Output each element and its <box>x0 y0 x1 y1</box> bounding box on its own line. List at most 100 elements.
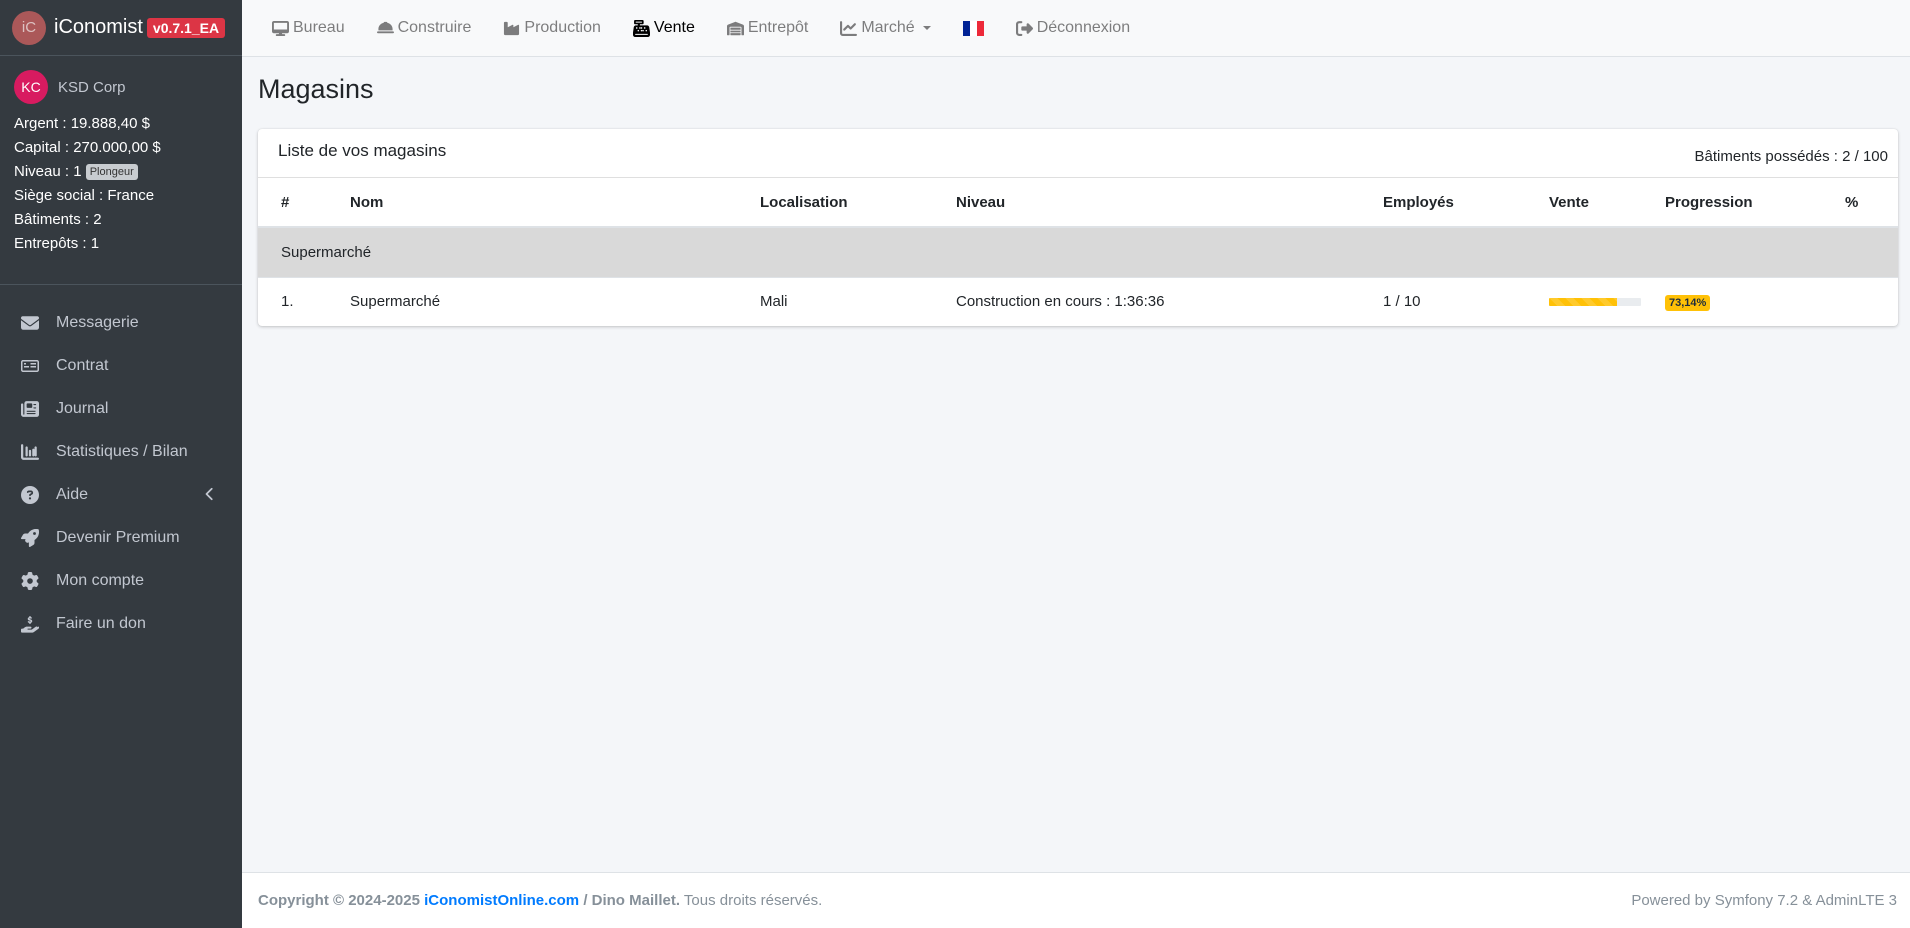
sign-out-icon <box>1015 20 1033 36</box>
column-header-vente: Vente <box>1526 178 1642 228</box>
nav-link-deconnexion[interactable]: Déconnexion <box>1015 19 1131 37</box>
stat-batiments: Bâtiments : 2 <box>14 211 102 228</box>
sidebar-item-label: Contrat <box>56 356 109 374</box>
sidebar-item-journal[interactable]: Journal <box>8 387 234 430</box>
card-title: Liste de vos magasins <box>278 141 447 160</box>
sidebar-item-aide[interactable]: Aide <box>8 473 234 516</box>
powered-by: Powered by Symfony 7.2 & AdminLTE 3 <box>1631 892 1897 909</box>
version-badge: v0.7.1_EA <box>146 17 226 38</box>
column-header-localisation: Localisation <box>737 178 933 228</box>
sidebar-item-label: Faire un don <box>56 614 146 632</box>
sidebar-item-don[interactable]: Faire un don <box>8 602 234 645</box>
stat-argent: Argent : 19.888,40 $ <box>14 115 150 132</box>
sidebar-item-label: Aide <box>56 485 89 503</box>
company-stats: Argent : 19.888,40 $ Capital : 270.000,0… <box>14 112 228 256</box>
top-navbar: Bureau Construire Production Vente Entre… <box>242 0 1910 57</box>
nav-link-label: Vente <box>653 19 695 36</box>
column-header-progression: Progression <box>1642 178 1822 228</box>
sidebar-item-label: Messagerie <box>56 313 139 331</box>
page-title: Magasins <box>258 74 374 104</box>
buildings-owned: Bâtiments possédés : 2 / 100 <box>1694 147 1888 165</box>
desktop-icon <box>272 20 289 36</box>
sidebar-item-compte[interactable]: Mon compte <box>8 559 234 602</box>
column-header-percent: % <box>1822 178 1898 228</box>
level-badge: Plongeur <box>85 164 138 180</box>
cell-employes: 1 / 10 <box>1360 276 1526 326</box>
chart-bar-icon <box>20 442 40 462</box>
sidebar-item-premium[interactable]: Devenir Premium <box>8 516 234 559</box>
question-circle-icon <box>20 485 40 505</box>
card-header: Liste de vos magasins Bâtiments possédés… <box>258 129 1898 178</box>
stores-card: Liste de vos magasins Bâtiments possédés… <box>258 129 1898 326</box>
nav-link-bureau[interactable]: Bureau <box>272 19 345 37</box>
nav-link-vente[interactable]: Vente <box>632 19 695 37</box>
newspaper-icon <box>20 399 40 419</box>
sidebar-item-statistiques[interactable]: Statistiques / Bilan <box>8 430 234 473</box>
table-header-row: # Nom Localisation Niveau Employés Vente… <box>258 178 1898 228</box>
nav-link-label: Déconnexion <box>1036 19 1131 36</box>
nav-link-label: Construire <box>397 19 472 36</box>
stores-table: # Nom Localisation Niveau Employés Vente… <box>258 178 1898 326</box>
sidebar-item-label: Mon compte <box>56 571 145 589</box>
caret-down-icon <box>922 26 931 30</box>
stat-capital: Capital : 270.000,00 $ <box>14 139 161 156</box>
author-text: / Dino Maillet. <box>583 892 680 909</box>
nav-link-label: Marché <box>861 19 915 36</box>
sidebar-item-label: Journal <box>56 399 109 417</box>
sidebar-item-messagerie[interactable]: Messagerie <box>8 301 234 344</box>
cell-localisation: Mali <box>737 276 933 326</box>
stat-niveau-value: Niveau : 1 <box>14 163 82 180</box>
site-link[interactable]: iConomistOnline.com <box>424 892 579 909</box>
brand-logo: iC <box>12 10 46 45</box>
nav-link-production[interactable]: Production <box>503 19 601 37</box>
gear-icon <box>20 571 40 591</box>
sidebar: iC iConomist v0.7.1_EA KC KSD Corp Argen… <box>0 0 242 928</box>
sidebar-nav: Messagerie Contrat Journal Statistiques … <box>0 285 242 661</box>
column-header-num: # <box>258 178 327 228</box>
table-row[interactable]: 1. Supermarché Mali Construction en cour… <box>258 276 1898 326</box>
footer-copyright: Copyright © 2024-2025 iConomistOnline.co… <box>258 892 822 909</box>
cell-progression: 73,14% <box>1642 276 1822 326</box>
rights-text: Tous droits réservés. <box>683 892 823 909</box>
france-flag-icon[interactable] <box>962 20 984 36</box>
sidebar-item-label: Statistiques / Bilan <box>56 442 188 460</box>
avatar: KC <box>14 70 48 104</box>
nav-link-entrepot[interactable]: Entrepôt <box>726 19 809 37</box>
cell-percent <box>1822 276 1898 326</box>
hard-hat-icon <box>376 21 394 33</box>
footer: Copyright © 2024-2025 iConomistOnline.co… <box>242 872 1910 928</box>
stat-siege: Siège social : France <box>14 187 155 204</box>
column-header-employes: Employés <box>1360 178 1526 228</box>
nav-link-construire[interactable]: Construire <box>376 19 472 37</box>
nav-link-marche[interactable]: Marché <box>840 19 931 37</box>
envelope-icon <box>20 313 40 333</box>
brand-name: iConomist <box>54 16 143 38</box>
column-header-nom: Nom <box>327 178 737 228</box>
cell-num: 1. <box>258 276 327 326</box>
sidebar-item-label: Devenir Premium <box>56 528 180 546</box>
money-bill-icon <box>20 356 40 376</box>
chart-line-icon <box>840 20 858 36</box>
cell-nom: Supermarché <box>327 276 737 326</box>
stat-niveau: Niveau : 1 Plongeur <box>14 160 228 184</box>
brand-link[interactable]: iC iConomist v0.7.1_EA <box>0 0 242 56</box>
copyright-text: Copyright © 2024-2025 <box>258 892 420 909</box>
progression-badge: 73,14% <box>1665 294 1711 311</box>
chevron-left-icon <box>204 487 216 501</box>
nav-link-label: Entrepôt <box>747 19 809 36</box>
cell-vente <box>1526 276 1642 326</box>
sidebar-item-contrat[interactable]: Contrat <box>8 344 234 387</box>
nav-link-label: Bureau <box>293 19 345 36</box>
user-panel: KC KSD Corp Argent : 19.888,40 $ Capital… <box>0 56 242 256</box>
hand-holding-icon <box>20 614 40 634</box>
vente-progress-fill <box>1549 297 1618 306</box>
stat-entrepots: Entrepôts : 1 <box>14 235 100 252</box>
company-name[interactable]: KSD Corp <box>58 79 126 96</box>
cash-register-icon <box>632 19 650 37</box>
group-label: Supermarché <box>258 226 1898 277</box>
rocket-icon <box>20 528 40 548</box>
group-row: Supermarché <box>258 226 1898 277</box>
main-content: Magasins Liste de vos magasins Bâtiments… <box>258 57 1898 326</box>
vente-progress-bar <box>1549 297 1641 306</box>
nav-link-label: Production <box>524 19 601 36</box>
